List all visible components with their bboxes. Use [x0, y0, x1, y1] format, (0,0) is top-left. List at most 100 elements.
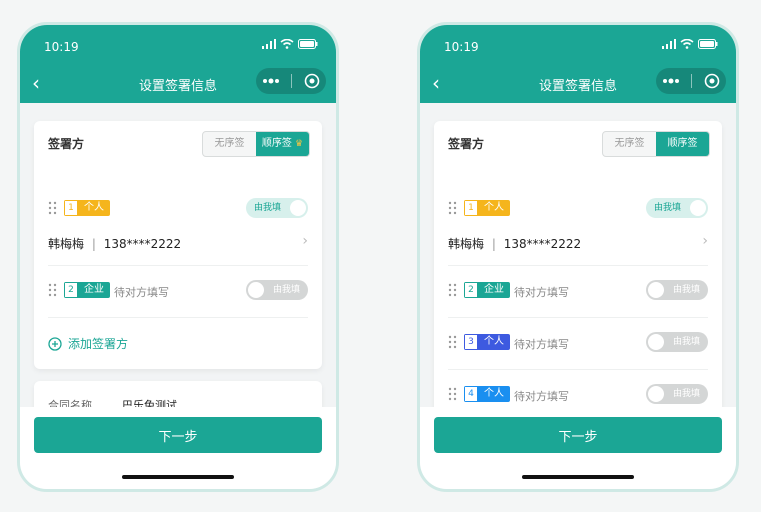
- ordered-option-label: 顺序签: [261, 138, 292, 149]
- pending-status: 待对方填写: [514, 286, 569, 299]
- party-tag: 2 企业: [464, 282, 510, 298]
- nav-bar: ‹ 设置签署信息: [420, 65, 736, 103]
- toggle-knob: [690, 200, 706, 216]
- add-signer-label: 添加签署方: [68, 337, 129, 351]
- sign-order-segmented: 无序签 顺序签 ♛: [202, 131, 310, 157]
- status-time: 10:19: [444, 40, 479, 54]
- party-tag: 3 个人: [464, 334, 510, 350]
- party-order-number: 2: [64, 282, 78, 298]
- divider: [448, 265, 708, 266]
- signal-icon: [262, 39, 276, 49]
- party-order-number: 1: [464, 200, 478, 216]
- signers-card: 签署方 无序签 顺序签 ♛ 1 个人 由我填 韩梅梅 | 138****2222…: [34, 121, 322, 369]
- signer-info[interactable]: 韩梅梅 | 138****2222: [448, 235, 581, 252]
- drag-handle-icon[interactable]: [448, 201, 458, 215]
- party-type: 个人: [84, 202, 104, 213]
- pending-status: 待对方填写: [514, 390, 569, 403]
- status-time: 10:19: [44, 40, 79, 54]
- party-type: 个人: [484, 202, 504, 213]
- signer-phone: 138****2222: [103, 237, 182, 251]
- chevron-right-icon[interactable]: ›: [702, 233, 708, 249]
- phone-screen-right: 10:19 ‹ 设置签署信息 签署方 无序签 顺序签 1 个人 由我填 韩梅梅 …: [417, 22, 739, 492]
- close-target-icon[interactable]: [704, 73, 720, 89]
- fill-by-me-toggle[interactable]: 由我填: [646, 384, 708, 404]
- drag-handle-icon[interactable]: [48, 283, 58, 297]
- nav-bar: ‹ 设置签署信息: [20, 65, 336, 103]
- toggle-label: 由我填: [654, 203, 682, 213]
- capsule-divider: [691, 74, 693, 88]
- party-order-number: 1: [64, 200, 78, 216]
- more-dots-icon[interactable]: [662, 78, 680, 84]
- chevron-right-icon[interactable]: ›: [302, 233, 308, 249]
- pending-status: 待对方填写: [514, 338, 569, 351]
- close-target-icon[interactable]: [304, 73, 320, 89]
- signers-card: 签署方 无序签 顺序签 1 个人 由我填 韩梅梅 | 138****2222 ›…: [434, 121, 722, 407]
- ordered-option[interactable]: 顺序签 ♛: [256, 132, 309, 156]
- signer-name: 韩梅梅: [48, 237, 85, 251]
- mini-program-capsule: [656, 68, 726, 94]
- bottom-bar: 下一步: [420, 407, 736, 489]
- party-order-number: 4: [464, 386, 478, 402]
- party-tag: 4 个人: [464, 386, 510, 402]
- unordered-option[interactable]: 无序签: [603, 132, 656, 156]
- home-indicator: [122, 475, 234, 479]
- divider: [48, 317, 308, 318]
- toggle-label: 由我填: [672, 285, 700, 295]
- add-signer-button[interactable]: 添加签署方: [48, 335, 128, 352]
- party-type: 企业: [484, 284, 504, 295]
- signers-title: 签署方: [48, 137, 85, 151]
- status-bar: 10:19: [420, 25, 736, 65]
- wifi-icon: [280, 39, 294, 49]
- toggle-knob: [648, 334, 664, 350]
- drag-handle-icon[interactable]: [448, 283, 458, 297]
- crown-icon: ♛: [295, 139, 304, 149]
- contract-name-value[interactable]: 巴乐兔测试: [122, 397, 177, 407]
- fill-by-me-toggle[interactable]: 由我填: [246, 198, 308, 218]
- toggle-label: 由我填: [254, 203, 282, 213]
- fill-by-me-toggle[interactable]: 由我填: [646, 198, 708, 218]
- system-icons: [662, 39, 718, 49]
- fill-by-me-toggle[interactable]: 由我填: [646, 280, 708, 300]
- drag-handle-icon[interactable]: [48, 201, 58, 215]
- drag-handle-icon[interactable]: [448, 387, 458, 401]
- ordered-option[interactable]: 顺序签: [656, 132, 709, 156]
- party-tag: 2 企业: [64, 282, 110, 298]
- sign-order-segmented: 无序签 顺序签: [602, 131, 710, 157]
- signal-icon: [662, 39, 676, 49]
- next-step-button[interactable]: 下一步: [34, 417, 322, 453]
- separator: |: [491, 237, 496, 251]
- party-tag: 1 个人: [64, 200, 110, 216]
- wifi-icon: [680, 39, 694, 49]
- content-area: 签署方 无序签 顺序签 1 个人 由我填 韩梅梅 | 138****2222 ›…: [420, 103, 736, 407]
- pending-status: 待对方填写: [114, 286, 169, 299]
- contract-name-label: 合同名称: [48, 399, 92, 407]
- unordered-option[interactable]: 无序签: [203, 132, 256, 156]
- separator: |: [91, 237, 96, 251]
- mini-program-capsule: [256, 68, 326, 94]
- party-type: 企业: [84, 284, 104, 295]
- fill-by-me-toggle[interactable]: 由我填: [646, 332, 708, 352]
- toggle-label: 由我填: [672, 389, 700, 399]
- bottom-bar: 下一步: [20, 407, 336, 489]
- party-type: 个人: [484, 388, 504, 399]
- toggle-knob: [248, 282, 264, 298]
- signers-title: 签署方: [448, 137, 485, 151]
- signer-info[interactable]: 韩梅梅 | 138****2222: [48, 235, 181, 252]
- battery-icon: [298, 39, 318, 49]
- party-order-number: 3: [464, 334, 478, 350]
- content-area: 签署方 无序签 顺序签 ♛ 1 个人 由我填 韩梅梅 | 138****2222…: [20, 103, 336, 407]
- signer-phone: 138****2222: [503, 237, 582, 251]
- toggle-knob: [648, 282, 664, 298]
- phone-screen-left: 10:19 ‹ 设置签署信息 签署方 无序签 顺序签 ♛ 1 个人 由我填 韩梅…: [17, 22, 339, 492]
- next-step-button[interactable]: 下一步: [434, 417, 722, 453]
- contract-card: 合同名称 巴乐兔测试: [34, 381, 322, 407]
- toggle-label: 由我填: [672, 337, 700, 347]
- divider: [48, 265, 308, 266]
- capsule-divider: [291, 74, 293, 88]
- drag-handle-icon[interactable]: [448, 335, 458, 349]
- fill-by-me-toggle[interactable]: 由我填: [246, 280, 308, 300]
- more-dots-icon[interactable]: [262, 78, 280, 84]
- status-bar: 10:19: [20, 25, 336, 65]
- system-icons: [262, 39, 318, 49]
- party-order-number: 2: [464, 282, 478, 298]
